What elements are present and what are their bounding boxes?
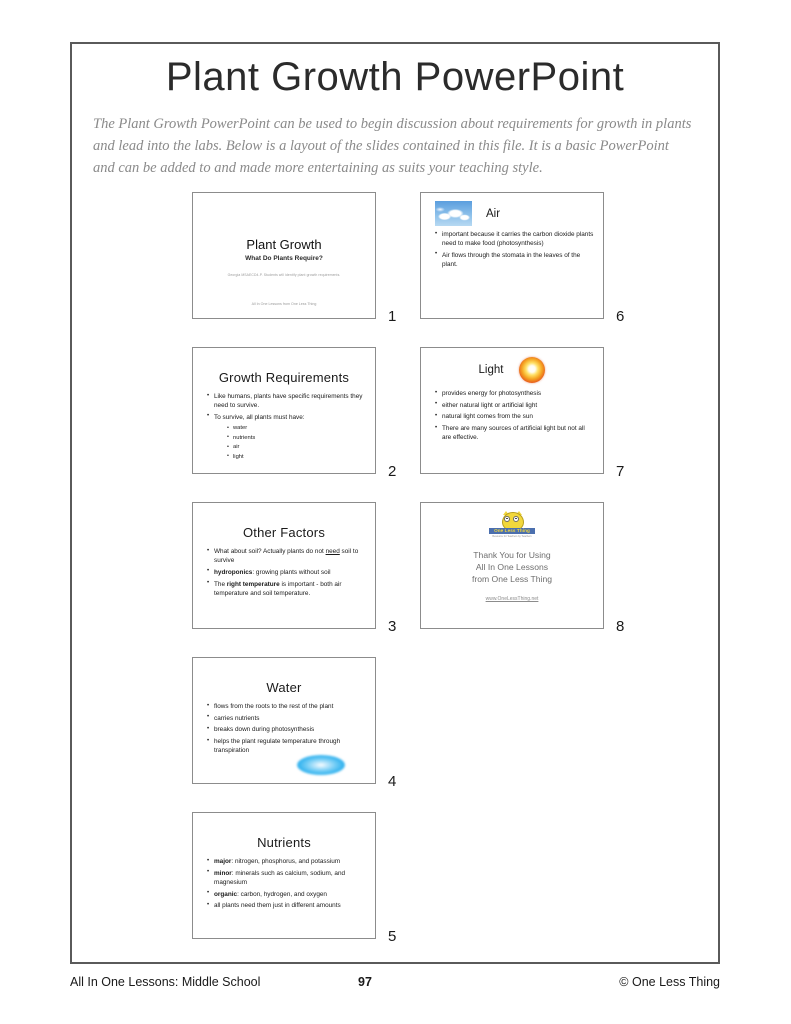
page-footer: All In One Lessons: Middle School 97 © O… [70,975,720,995]
slide7-header: Light [421,348,603,389]
thankyou-line-1: Thank You for Using [473,550,551,560]
slide-thumbnail-3[interactable]: Other Factors What about soil? Actually … [192,502,376,629]
slide-thumbnail-4[interactable]: Water flows from the roots to the rest o… [192,657,376,784]
text-post: : minerals such as calcium, sodium, and … [214,869,346,886]
slide-number-4: 4 [388,773,397,790]
text-bold: minor [214,869,232,877]
text-underline: need [325,548,340,555]
list-item: provides energy for photosynthesis [435,388,594,398]
slide1-title: Plant Growth [246,237,322,252]
list-item: nutrients [227,433,366,443]
list-item: light [227,452,366,462]
slide1-subtitle: What Do Plants Require? [245,255,323,262]
slide3-title: Other Factors [242,525,326,540]
slide7-bullets: provides energy for photosynthesis eithe… [421,388,603,443]
slide8-thankyou-text: Thank You for Using All In One Lessons f… [421,549,603,585]
text-bold: hydroponics [214,568,253,576]
page-border [70,42,720,964]
slide6-title: Air [486,207,501,220]
list-item: carries nutrients [207,713,366,723]
list-item: Like humans, plants have specific requir… [207,391,366,410]
list-item: major: nitrogen, phosphorus, and potassi… [207,856,366,866]
slide-thumbnail-7[interactable]: Light provides energy for photosynthesis… [420,347,604,474]
slide6-bullets: important because it carries the carbon … [421,229,603,269]
slide-number-7: 7 [616,463,625,480]
slide-number-3: 3 [388,618,397,635]
list-item: To survive, all plants must have: water … [207,412,366,462]
logo-wordmark: One Less Thing [494,527,530,533]
text-bold: major [214,858,232,865]
one-less-thing-logo: One Less Thing Resource for Teachers by … [489,511,535,538]
slide-number-6: 6 [616,308,625,325]
slide-thumbnail-2[interactable]: Growth Requirements Like humans, plants … [192,347,376,474]
slide2-title: Growth Requirements [218,370,350,385]
water-droplet-image [297,755,345,775]
list-item: breaks down during photosynthesis [207,725,366,734]
slide-number-5: 5 [388,928,397,945]
slide-thumbnail-6[interactable]: Air important because it carries the car… [420,192,604,319]
slide2-bullets: Like humans, plants have specific requir… [193,391,375,462]
list-item: There are many sources of artificial lig… [435,424,594,442]
slide4-bullets: flows from the roots to the rest of the … [193,701,375,756]
owl-eye-left-icon [504,515,510,522]
slide2-sub-bullets: water nutrients air light [214,424,366,462]
sun-icon [519,357,546,383]
list-item: either natural light or artificial light [435,400,594,410]
text-pre: The [214,580,227,588]
slide-number-1: 1 [388,308,397,325]
thankyou-line-3: from One Less Thing [471,574,553,584]
list-item: all plants need them just in different a… [207,901,366,910]
text-post: : nitrogen, phosphorus, and potassium [231,858,341,865]
list-item: flows from the roots to the rest of the … [207,701,366,711]
list-item: important because it carries the carbon … [435,229,594,248]
slide-thumbnail-1[interactable]: Plant Growth What Do Plants Require? Geo… [192,192,376,319]
list-item-text: To survive, all plants must have: [214,413,305,421]
list-item: water [227,424,366,433]
slide-thumbnail-8[interactable]: One Less Thing Resource for Teachers by … [420,502,604,629]
list-item: minor: minerals such as calcium, sodium,… [207,868,366,887]
list-item: Air flows through the stomata in the lea… [435,250,594,269]
list-item: hydroponics: growing plants without soil [207,567,366,577]
text-pre: What about soil? Actually plants do not [214,548,326,555]
list-item: The right temperature is important - bot… [207,579,366,598]
slide1-footer: All In One Lessons from One Less Thing [251,302,317,306]
slide-number-2: 2 [388,463,397,480]
list-item: natural light comes from the sun [435,412,594,421]
slide7-title: Light [478,364,504,376]
list-item: helps the plant regulate temperature thr… [207,737,366,755]
slide5-title: Nutrients [257,835,311,850]
slide-thumbnail-5[interactable]: Nutrients major: nitrogen, phosphorus, a… [192,812,376,939]
slide5-bullets: major: nitrogen, phosphorus, and potassi… [193,856,375,911]
slide3-bullets: What about soil? Actually plants do not … [193,546,375,598]
owl-eye-right-icon [513,515,519,522]
text-bold: right temperature [226,580,280,588]
list-item: air [227,443,366,452]
list-item: What about soil? Actually plants do not … [207,546,366,565]
slide4-title: Water [266,680,302,695]
footer-page-number: 97 [358,975,372,989]
slide-number-8: 8 [616,618,625,635]
list-item: organic: carbon, hydrogen, and oxygen [207,889,366,899]
website-url[interactable]: www.OneLessThing.net [421,596,603,602]
logo-tagline: Resource for Teachers by Teachers [492,535,532,538]
text-post: : carbon, hydrogen, and oxygen [237,890,327,898]
slide6-header: Air [421,193,603,230]
text-bold: organic [214,890,238,898]
slide1-standard: Georgia MSAECD4-P. Students will identif… [227,273,341,277]
page-title: Plant Growth PowerPoint [165,55,625,99]
cloud-sky-icon [435,201,472,226]
thankyou-line-2: All In One Lessons [475,562,549,572]
intro-paragraph: The Plant Growth PowerPoint can be used … [93,116,692,176]
footer-copyright: © One Less Thing [619,975,720,989]
text-post: : growing plants without soil [252,568,331,576]
